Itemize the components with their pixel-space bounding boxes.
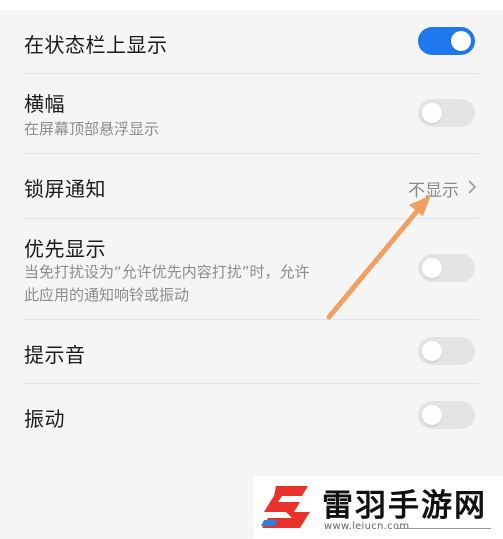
vibration-toggle[interactable]	[418, 401, 475, 429]
toggle-knob	[422, 103, 442, 123]
setting-row-status-bar[interactable]: 在状态栏上显示	[0, 10, 503, 73]
divider	[396, 528, 491, 529]
priority-toggle[interactable]	[418, 254, 475, 282]
watermark-name: 雷羽手游网	[322, 488, 487, 524]
setting-subtitle-priority-line1: 当免打扰设为“允许优先内容打扰”时，允许	[24, 263, 310, 281]
toggle-knob	[422, 341, 442, 361]
toggle-knob	[422, 405, 442, 425]
toggle-knob	[422, 258, 442, 278]
watermark: 雷羽手游网 www.leiucn.com	[254, 476, 503, 539]
setting-row-lock-screen[interactable]: 锁屏通知 不显示	[0, 154, 503, 218]
setting-row-banner[interactable]: 横幅 在屏幕顶部悬浮显示	[0, 74, 503, 153]
site-logo-icon	[261, 486, 310, 528]
setting-title-priority: 优先显示	[24, 237, 106, 261]
toggle-knob	[451, 31, 471, 51]
setting-title-vibration: 振动	[24, 407, 65, 431]
chevron-right-icon	[468, 180, 477, 194]
setting-title-sound: 提示音	[24, 343, 86, 367]
status-bar-toggle[interactable]	[418, 27, 475, 55]
setting-subtitle-priority-line2: 此应用的通知响铃或振动	[24, 286, 190, 304]
setting-row-sound[interactable]: 提示音	[0, 320, 503, 383]
setting-title-status-bar: 在状态栏上显示	[24, 33, 168, 57]
setting-title-banner: 横幅	[24, 92, 65, 116]
setting-title-lock-screen: 锁屏通知	[24, 177, 106, 201]
notification-settings-screen: 在状态栏上显示 横幅 在屏幕顶部悬浮显示 锁屏通知 不显示 优先显示 当免打扰设…	[0, 0, 503, 539]
top-strip	[0, 0, 503, 10]
sound-toggle[interactable]	[418, 337, 475, 365]
watermark-url: www.leiucn.com	[324, 521, 410, 532]
banner-toggle[interactable]	[418, 99, 475, 127]
setting-row-vibration[interactable]: 振动	[0, 384, 503, 447]
setting-row-priority[interactable]: 优先显示 当免打扰设为“允许优先内容打扰”时，允许 此应用的通知响铃或振动	[0, 219, 503, 319]
setting-subtitle-banner: 在屏幕顶部悬浮显示	[24, 120, 160, 138]
lock-screen-value: 不显示	[408, 181, 459, 201]
